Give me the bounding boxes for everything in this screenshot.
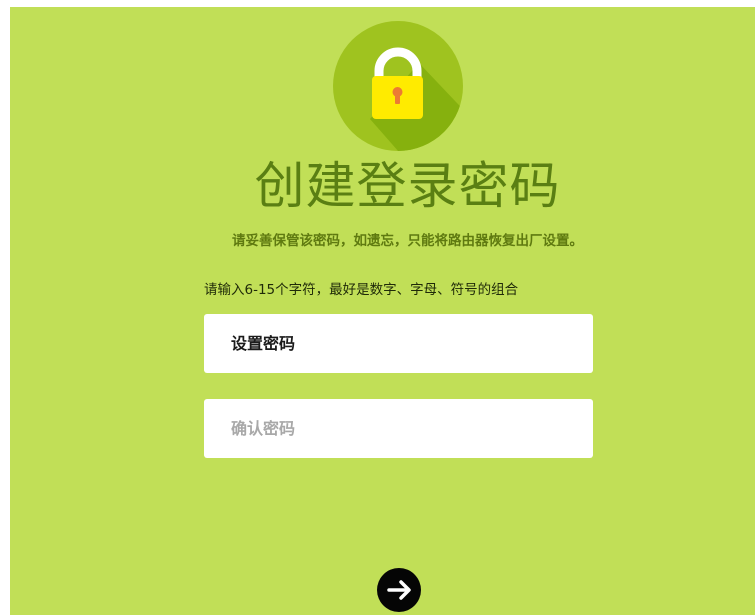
confirm-password-input[interactable] — [204, 399, 593, 458]
reset-warning: 请妥善保管该密码，如遗忘，只能将路由器恢复出厂设置。 — [232, 233, 583, 249]
password-hint: 请输入6-15个字符，最好是数字、字母、符号的组合 — [204, 282, 519, 298]
page-panel: 创建登录密码 请妥善保管该密码，如遗忘，只能将路由器恢复出厂设置。 请输入6-1… — [10, 7, 755, 615]
next-button[interactable] — [377, 568, 421, 612]
set-password-field — [204, 314, 593, 373]
page-title: 创建登录密码 — [254, 157, 561, 215]
set-password-input[interactable] — [204, 314, 593, 373]
arrow-right-icon — [387, 580, 411, 600]
lock-icon — [333, 21, 463, 151]
confirm-password-field — [204, 399, 593, 458]
